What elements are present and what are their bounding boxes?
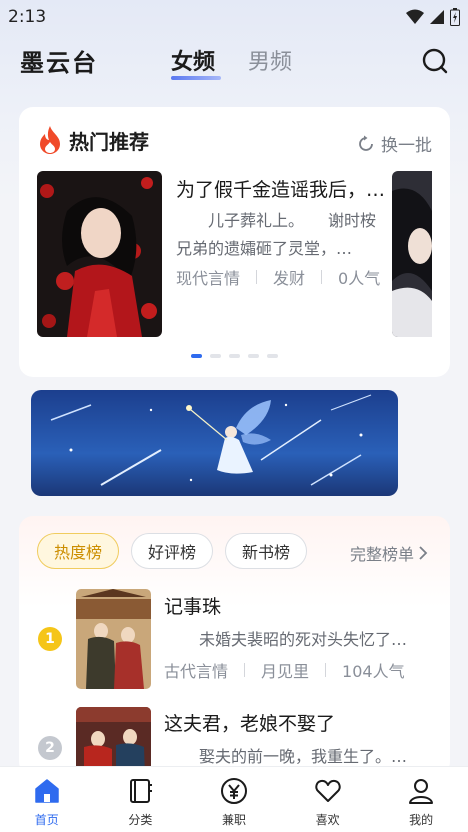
rank-book-title: 记事珠	[164, 596, 222, 618]
rank-number: 1	[38, 627, 62, 651]
book-author: 发财	[273, 269, 306, 288]
user-icon	[409, 779, 434, 804]
rank-number: 2	[38, 736, 62, 760]
nav-label: 喜欢	[315, 813, 340, 827]
nav-home[interactable]: 首页	[0, 767, 94, 832]
rank-book-desc: 未婚夫裴昭的死对头失忆了…	[199, 630, 408, 649]
tab-underline	[171, 76, 221, 80]
nav-label: 首页	[34, 813, 59, 827]
refresh-label: 换一批	[381, 136, 432, 156]
hot-title: 热门推荐	[69, 129, 149, 154]
tab-new-rank[interactable]: 新书榜	[225, 533, 308, 569]
fire-icon	[40, 126, 60, 154]
cover-illustration	[37, 171, 162, 337]
carousel-dot	[191, 354, 202, 358]
nav-parttime[interactable]: 兼职	[187, 767, 281, 832]
carousel-dot	[267, 354, 278, 358]
status-icons	[406, 8, 460, 26]
promo-banner[interactable]	[31, 390, 398, 496]
book-title[interactable]: 为了假千金造谣我后，…	[176, 175, 390, 202]
ranking-card: 热度榜 好评榜 新书榜 完整榜单 1 记事珠 未婚夫裴昭的死对头失忆了… 古代言…	[19, 516, 450, 776]
bottom-nav: 首页 分类 兼职 喜欢 我的	[0, 766, 468, 832]
status-time: 2:13	[8, 7, 47, 27]
rank-book-title: 这夫君，老娘不娶了	[164, 713, 336, 735]
cover-illustration	[76, 589, 151, 689]
battery-icon	[450, 8, 460, 26]
book-popularity: 0人气	[338, 269, 381, 288]
tab-female[interactable]: 女频	[171, 44, 215, 76]
wifi-icon	[406, 9, 424, 24]
next-book-cover[interactable]	[392, 171, 432, 337]
tab-rating-rank[interactable]: 好评榜	[131, 533, 214, 569]
yen-icon	[220, 778, 247, 804]
rank-book-author: 月见里	[261, 662, 310, 681]
rank-book-cover	[76, 589, 151, 689]
refresh-icon	[359, 135, 373, 151]
divider	[256, 270, 258, 284]
status-bar: 2:13	[0, 0, 468, 34]
refresh-button[interactable]: 换一批	[357, 131, 432, 156]
divider	[325, 663, 327, 677]
nav-label: 兼职	[221, 813, 246, 827]
divider	[321, 270, 323, 284]
book-desc: 儿子葬礼上。 谢时桉兄弟的遗孀砸了灵堂，…	[176, 211, 377, 258]
book-genre: 现代言情	[176, 269, 241, 288]
divider	[244, 663, 246, 677]
carousel-dot	[248, 354, 259, 358]
nav-profile[interactable]: 我的	[374, 767, 468, 832]
full-ranking-link[interactable]: 完整榜单	[350, 541, 428, 565]
full-ranking-label: 完整榜单	[349, 545, 414, 564]
top-header: 墨云台 女频 男频	[0, 38, 468, 82]
nav-favorites[interactable]: 喜欢	[281, 767, 375, 832]
carousel-dot	[210, 354, 221, 358]
book-meta: 现代言情 发财 0人气	[176, 265, 380, 289]
home-icon	[35, 779, 59, 803]
tab-hot-rank[interactable]: 热度榜	[37, 533, 120, 569]
tab-male[interactable]: 男频	[248, 44, 292, 76]
book-icon	[130, 779, 153, 803]
nav-category[interactable]: 分类	[94, 767, 188, 832]
app-name: 墨云台	[20, 48, 98, 77]
hot-recommend-card: 热门推荐 换一批 为了假千金造谣我后，… 儿子葬礼上。 谢时桉兄弟的遗孀砸了灵堂…	[19, 107, 450, 377]
search-icon[interactable]	[420, 46, 450, 76]
hot-title-row: 热门推荐	[37, 125, 149, 155]
book-cover[interactable]	[37, 171, 162, 337]
heart-icon	[314, 779, 341, 802]
ranking-tabs: 热度榜 好评榜 新书榜	[37, 533, 308, 569]
nav-label: 分类	[128, 813, 153, 827]
signal-icon	[430, 10, 444, 24]
rank-book-popularity: 104人气	[342, 662, 405, 681]
carousel-dot	[229, 354, 240, 358]
rank-book-desc: 娶夫的前一晚，我重生了。…	[199, 747, 408, 766]
rank-book-meta: 古代言情 月见里 104人气	[164, 658, 405, 682]
carousel-indicator	[191, 354, 278, 358]
chevron-right-icon	[419, 546, 428, 560]
cover-illustration	[392, 171, 432, 337]
banner-illustration	[31, 390, 398, 496]
rank-book-genre: 古代言情	[164, 662, 229, 681]
nav-label: 我的	[409, 813, 434, 827]
ranking-item[interactable]: 1 记事珠 未婚夫裴昭的死对头失忆了… 古代言情 月见里 104人气	[19, 589, 450, 693]
